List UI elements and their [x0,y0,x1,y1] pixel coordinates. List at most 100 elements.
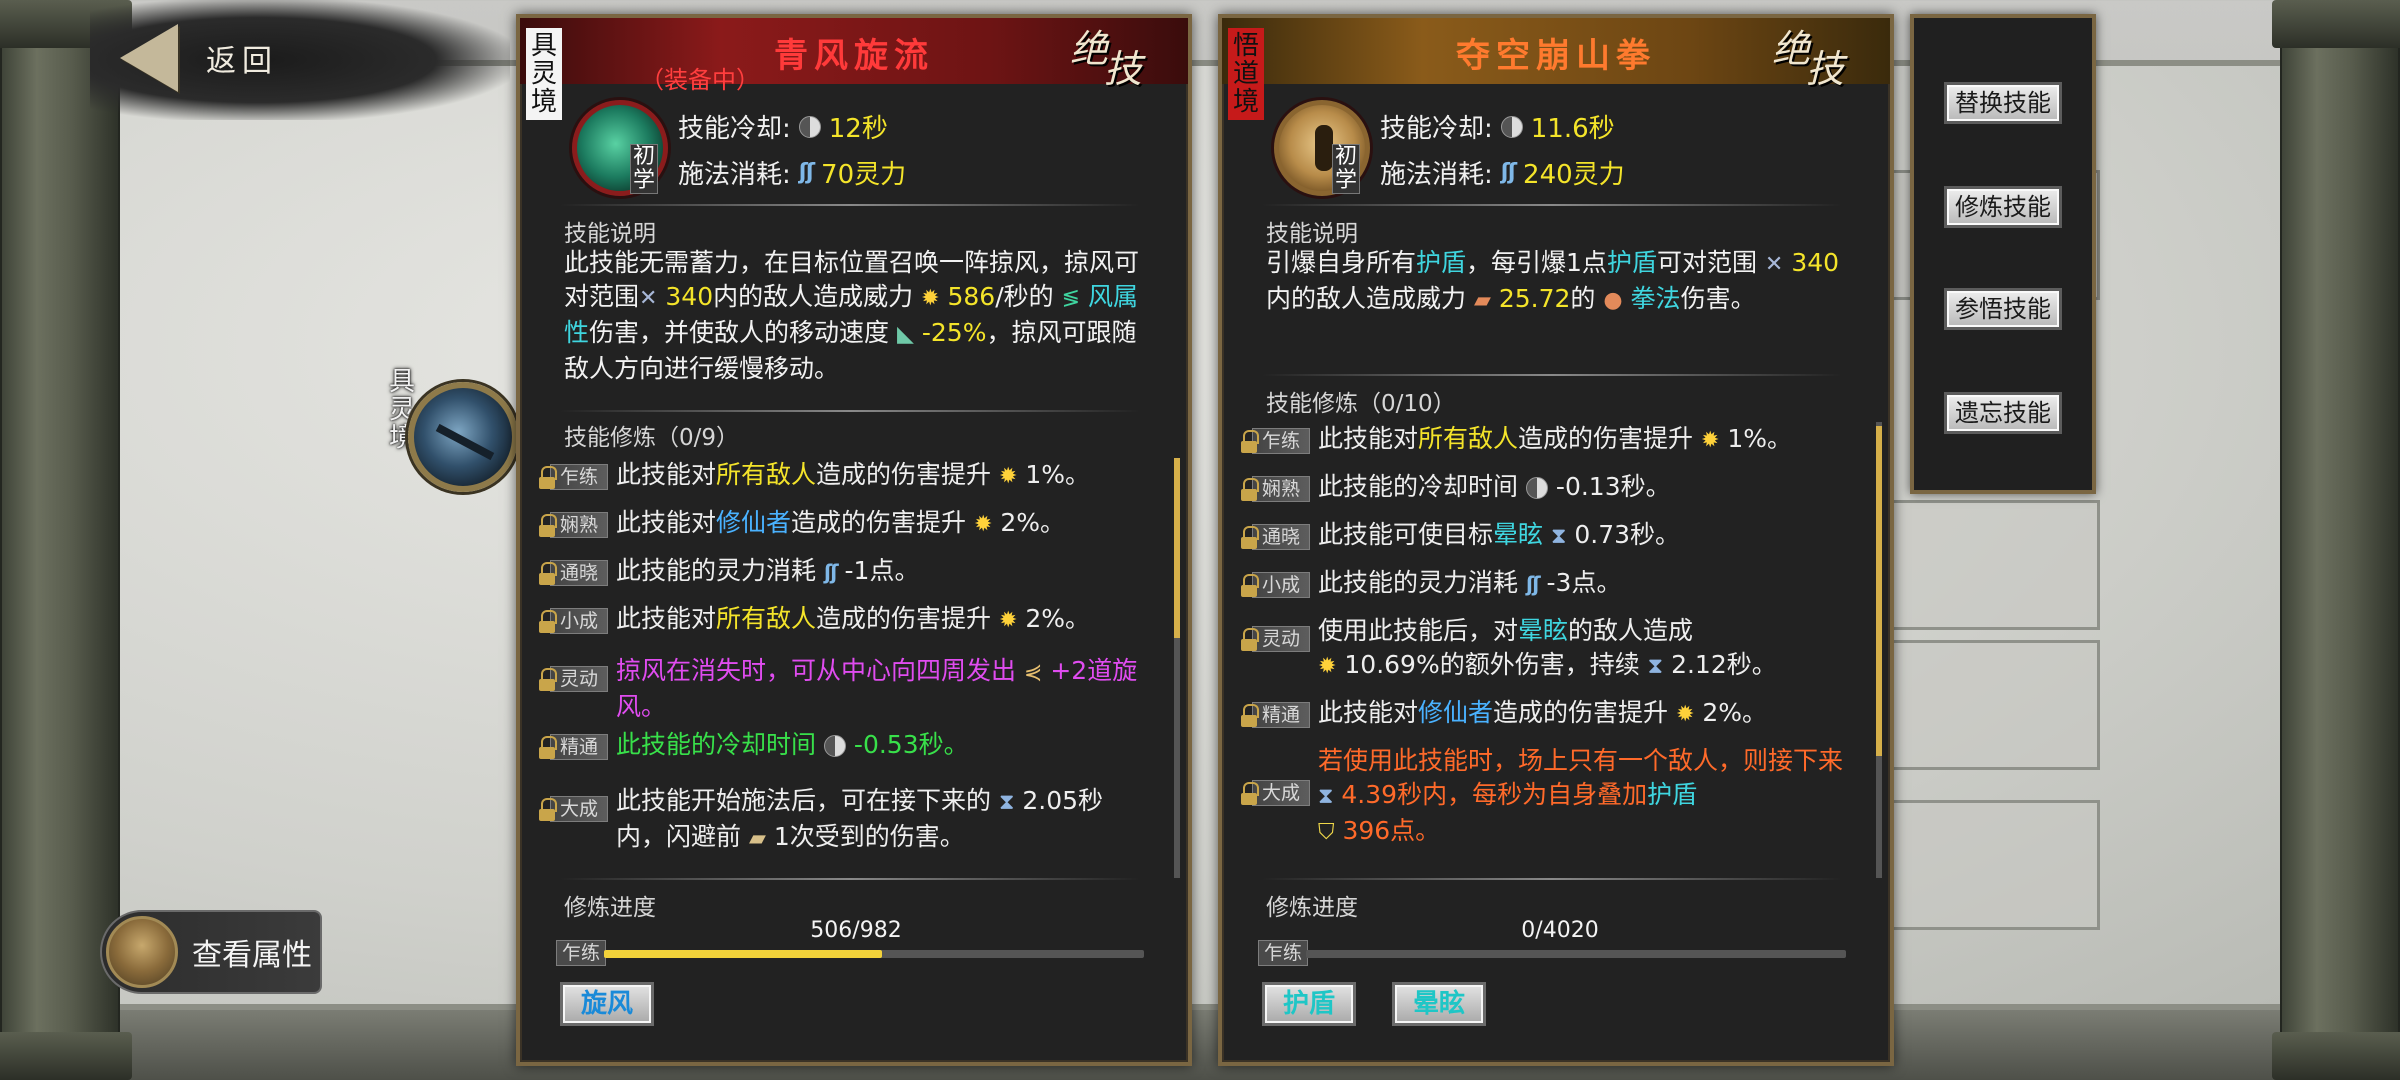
training-item: 精通 此技能的冷却时间 -0.53秒。 [539,728,1150,778]
lock-stage-tag: 大成 [539,796,608,822]
cooldown-row: 技能冷却: 11.6秒 [1380,108,1615,145]
training-scrollbar[interactable] [1876,422,1882,878]
divider [1262,374,1842,376]
left-pillar [0,0,132,1080]
lock-stage-tag: 精通 [539,734,608,760]
cooldown-value: 11.6秒 [1530,114,1615,144]
desc-title: 技能说明 [1266,221,1358,247]
background-card [1880,800,2100,930]
replace-skill-button[interactable]: 替换技能 [1944,82,2062,124]
cost-value: 240灵力 [1523,160,1625,190]
scroll-thumb[interactable] [1876,426,1882,756]
fist-icon: ● [1603,288,1623,313]
training-item: 通晓 此技能的灵力消耗 ʃʃ -1点。 [539,554,1150,602]
cost-label: 施法消耗: [678,160,791,190]
lock-stage-tag: 精通 [1241,702,1310,728]
training-list: 乍练 此技能对所有敌人造成的伤害提升 ✹ 1%。 娴熟 此技能对修仙者造成的伤害… [539,458,1150,856]
back-button[interactable]: 返回 [120,18,300,98]
cooldown-label: 技能冷却: [1380,114,1493,144]
rank-tag: 初学 [1332,144,1360,194]
training-item: 通晓 此技能可使目标晕眩 ⧗ 0.73秒。 [1241,518,1852,566]
range-icon: ✕ [639,286,658,311]
training-title: 技能修炼（0/9） [564,425,740,451]
damage-icon: ✹ [921,286,940,311]
training-item: 乍练 此技能对所有敌人造成的伤害提升 ✹ 1%。 [1241,422,1852,470]
mana-icon: ʃʃ [798,160,815,185]
lock-stage-tag: 娴熟 [1241,476,1310,502]
lock-stage-tag: 通晓 [539,560,608,586]
equipped-label: （装备中） [640,66,760,94]
sword-skill-icon[interactable] [408,382,518,492]
lock-stage-tag: 乍练 [1241,428,1310,454]
divider [560,204,1140,206]
cooldown-label: 技能冷却: [678,114,791,144]
training-item: 灵动 掠风在消失时，可从中心向四周发出 ⋞ +2道旋风。 [539,654,1150,722]
skill-panel-equipped: 具灵境 青风旋流 （装备中） 绝技 初学 技能冷却: 12秒 施法消耗: ʃʃ … [516,14,1192,1066]
lock-stage-tag: 大成 [1241,780,1310,806]
cooldown-row: 技能冷却: 12秒 [678,108,888,145]
lock-stage-tag: 小成 [1241,572,1310,598]
progress-title: 修炼进度 [1266,895,1358,921]
training-item: 小成 此技能的灵力消耗 ʃʃ -3点。 [1241,566,1852,614]
divider [560,878,1140,880]
training-progress-bar [1306,950,1846,958]
training-title: 技能修炼（0/10） [1266,391,1456,417]
mana-icon: ʃʃ [1500,160,1517,185]
back-arrow-icon [120,24,178,92]
progress-count: 506/982 [810,918,902,943]
training-item: 小成 此技能对所有敌人造成的伤害提升 ✹ 2%。 [539,602,1150,650]
background-card [1880,500,2100,630]
view-attributes-button[interactable]: 查看属性 [100,910,322,994]
skill-action-menu: 替换技能 修炼技能 参悟技能 遗忘技能 [1910,14,2096,494]
training-item: 大成 此技能开始施法后，可在接下来的 ⧗ 2.05秒内，闪避前 ▰ 1次受到的伤… [539,784,1150,856]
panel-header: 具灵境 青风旋流 （装备中） 绝技 [520,18,1188,120]
damage-icon: ▰ [1473,288,1491,313]
training-item: 大成 若使用此技能时，场上只有一个敌人，则接下来 ⧗ 4.39秒内，每秒为自身叠… [1241,744,1852,854]
effect-tag-whirlwind[interactable]: 旋风 [560,982,655,1026]
character-avatar [106,916,178,988]
progress-stage-tag: 乍练 [1258,940,1308,966]
training-scrollbar[interactable] [1174,458,1180,878]
divider [560,410,1140,412]
training-list: 乍练 此技能对所有敌人造成的伤害提升 ✹ 1%。 娴熟 此技能的冷却时间 -0.… [1241,422,1852,854]
effect-tag-shield[interactable]: 护盾 [1262,982,1357,1026]
range-icon: ✕ [1764,252,1784,277]
cooldown-value: 12秒 [828,114,888,144]
skill-description: 此技能无需蓄力，在目标位置召唤一阵掠风，掠风可对范围✕ 340内的敌人造成威力 … [564,248,1140,383]
panel-header: 悟道境 夺空崩山拳 绝技 [1222,18,1890,120]
cost-row: 施法消耗: ʃʃ 240灵力 [1380,154,1625,191]
view-attributes-label: 查看属性 [192,938,312,973]
background-card [1880,640,2100,770]
effect-tag-stun[interactable]: 晕眩 [1392,982,1487,1026]
skill-description: 引爆自身所有护盾，每引爆1点护盾可对范围 ✕ 340内的敌人造成威力 ▰ 25.… [1266,248,1840,313]
skill-panel-new: 悟道境 夺空崩山拳 绝技 初学 技能冷却: 11.6秒 施法消耗: ʃʃ 240… [1218,14,1894,1066]
lock-stage-tag: 乍练 [539,464,608,490]
forget-skill-button[interactable]: 遗忘技能 [1944,392,2062,434]
rank-tag: 初学 [630,144,658,194]
desc-title: 技能说明 [564,221,656,247]
training-progress-bar [604,950,1144,958]
training-item: 娴熟 此技能的冷却时间 -0.13秒。 [1241,470,1852,518]
comprehend-skill-button[interactable]: 参悟技能 [1944,288,2062,330]
lock-stage-tag: 娴熟 [539,512,608,538]
lock-stage-tag: 小成 [539,608,608,634]
ultimate-badge: 绝技 [1771,27,1844,91]
training-item: 精通 此技能对修仙者造成的伤害提升 ✹ 2%。 [1241,696,1852,744]
progress-title: 修炼进度 [564,895,656,921]
scroll-thumb[interactable] [1174,458,1180,638]
lock-stage-tag: 灵动 [1241,626,1310,652]
progress-stage-tag: 乍练 [556,940,606,966]
cost-row: 施法消耗: ʃʃ 70灵力 [678,154,906,191]
cost-value: 70灵力 [821,160,907,190]
train-skill-button[interactable]: 修炼技能 [1944,186,2062,228]
training-item: 乍练 此技能对所有敌人造成的伤害提升 ✹ 1%。 [539,458,1150,506]
ultimate-badge: 绝技 [1069,27,1142,91]
floor [0,1010,2400,1080]
cooldown-icon [1500,115,1523,138]
cost-label: 施法消耗: [1380,160,1493,190]
cooldown-icon [798,115,821,138]
right-pillar [2272,0,2400,1080]
progress-fill [604,950,883,958]
speed-icon: ◣ [896,322,914,347]
lock-stage-tag: 灵动 [539,666,608,692]
